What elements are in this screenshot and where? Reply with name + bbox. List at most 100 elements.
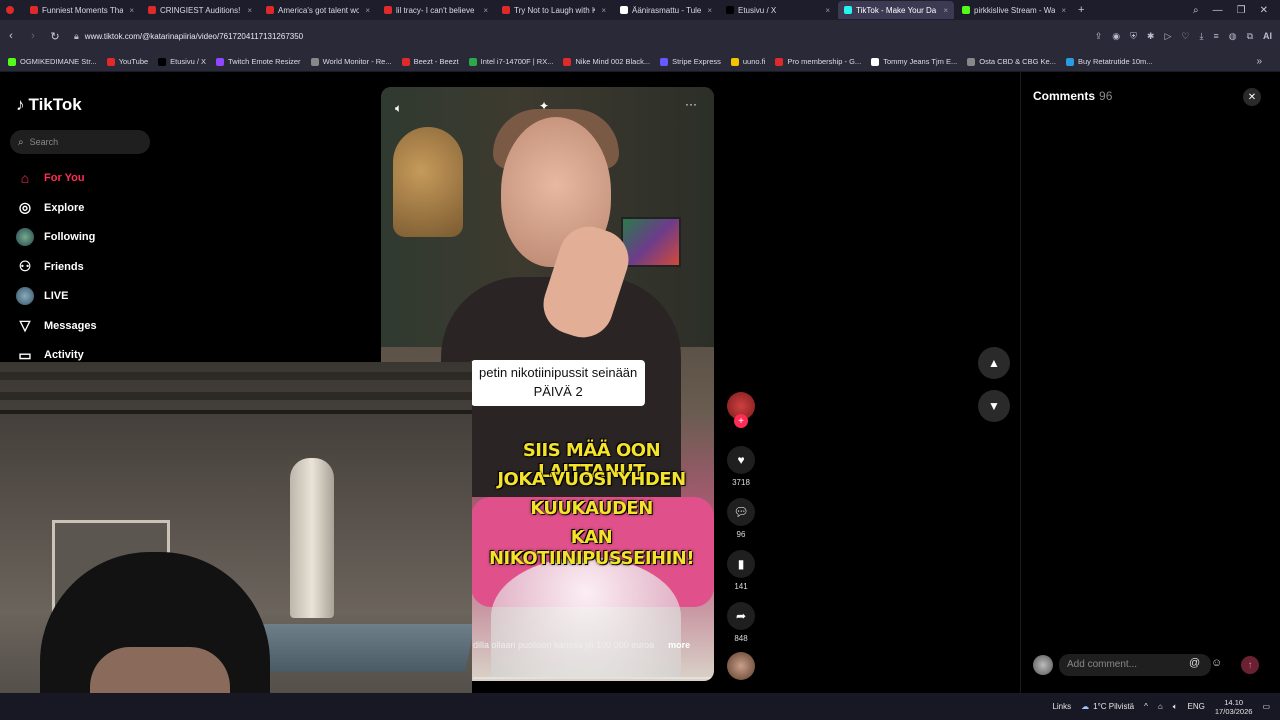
close-tab-icon[interactable]: × <box>1061 6 1066 15</box>
like-button[interactable]: ♥ 3718 <box>725 446 757 487</box>
follow-plus-icon[interactable]: + <box>734 414 748 428</box>
extension-icon[interactable]: ✱ <box>1147 31 1155 42</box>
previous-video-button[interactable]: ▲ <box>978 347 1010 379</box>
back-button[interactable]: ‹ <box>0 30 22 42</box>
browser-tab[interactable]: Etusivu / X × <box>720 1 836 19</box>
close-window-button[interactable]: ✕ <box>1260 5 1268 16</box>
ai-button[interactable]: AI <box>1263 31 1272 41</box>
close-tab-icon[interactable]: × <box>129 6 134 15</box>
bookmark-item[interactable]: Pro membership - G... <box>775 57 861 66</box>
bookmark-item[interactable]: Stripe Express <box>660 57 721 66</box>
sound-disc-icon[interactable] <box>727 652 755 680</box>
bookmark-item[interactable]: Osta CBD & CBG Ke... <box>967 57 1056 66</box>
url-field[interactable]: www.tiktok.com/@katarinapiiria/video/761… <box>85 32 303 41</box>
browser-tab[interactable]: pirkkislive Stream - Watch × <box>956 1 1072 19</box>
browser-tab[interactable]: Funniest Moments That M × <box>24 1 140 19</box>
browser-tab[interactable]: Äänirasmattu - Tule usko × <box>614 1 718 19</box>
bookmark-item[interactable]: Intel i7-14700F | RX... <box>468 57 553 66</box>
close-tab-icon[interactable]: × <box>365 6 370 15</box>
mention-icon[interactable]: @ <box>1189 657 1200 669</box>
camera-icon[interactable]: ◉ <box>1112 31 1120 42</box>
sidebar-item-messages[interactable]: ▽ Messages <box>16 317 97 335</box>
enhance-icon[interactable]: ✦ <box>539 99 549 113</box>
more-options-icon[interactable]: ··· <box>685 97 697 111</box>
sidebar-item-for-you[interactable]: ⌂ For You <box>16 169 85 187</box>
share-arrow-icon[interactable]: ➦ <box>727 602 755 630</box>
new-tab-button[interactable]: + <box>1078 4 1084 16</box>
sound-disc-button[interactable] <box>725 652 757 680</box>
more-link[interactable]: more <box>668 640 690 650</box>
overlay-line-2: JOKA VUOSI YHDEN <box>497 469 686 490</box>
close-tab-icon[interactable]: × <box>247 6 252 15</box>
video-progress-bar[interactable] <box>473 677 713 679</box>
share-button[interactable]: ➦ 848 <box>725 602 757 643</box>
menu-icon[interactable]: ≡ <box>1213 31 1218 41</box>
bookmark-item[interactable]: Beezt - Beezt <box>401 57 459 66</box>
maximize-button[interactable]: ❐ <box>1237 5 1246 16</box>
links-toolbar[interactable]: Links <box>1052 702 1071 711</box>
creator-avatar-button[interactable]: + <box>725 392 757 428</box>
browser-tab[interactable]: America's got talent worst × <box>260 1 376 19</box>
network-icon[interactable]: ⌂ <box>1158 702 1163 711</box>
profile-icon[interactable]: ◍ <box>1229 31 1237 42</box>
share-icon[interactable]: ⇪ <box>1095 31 1103 42</box>
clock[interactable]: 14.10 17/03/2026 <box>1215 698 1253 716</box>
ceiling-beam <box>0 392 472 400</box>
sidebar-item-label: Friends <box>44 260 84 273</box>
weather-widget[interactable]: ☁ 1°C Pilvistä <box>1081 702 1134 711</box>
browser-tab[interactable]: Try Not to Laugh with KSI × <box>496 1 612 19</box>
bookmark-favicon-icon <box>468 57 477 66</box>
close-tab-icon[interactable]: × <box>707 6 712 15</box>
bookmark-item[interactable]: uuno.fi <box>730 57 765 66</box>
shield-icon[interactable]: ⛨ <box>1130 31 1137 42</box>
tray-expand-icon[interactable]: ^ <box>1144 702 1148 711</box>
emoji-icon[interactable]: ☺ <box>1211 657 1222 669</box>
heart-icon[interactable]: ♡ <box>1181 31 1189 42</box>
comments-count: 96 <box>1099 89 1113 103</box>
browser-tab[interactable]: CRINGIEST Auditions! Try × <box>142 1 258 19</box>
minimize-button[interactable]: — <box>1213 5 1223 16</box>
volume-tray-icon[interactable]: 🔈︎ <box>1173 702 1178 712</box>
close-comments-button[interactable]: ✕ <box>1243 88 1261 106</box>
reload-button[interactable]: ↻ <box>44 30 66 43</box>
close-tab-icon[interactable]: × <box>483 6 488 15</box>
puzzle-icon[interactable]: ⧉ <box>1247 31 1253 42</box>
sidebar-item-following[interactable]: Following <box>16 228 95 246</box>
search-tabs-icon[interactable]: ⌕ <box>1193 5 1199 16</box>
browser-tab[interactable]: lil tracy- I can't believe my × <box>378 1 494 19</box>
download-icon[interactable]: ⤓ <box>1199 31 1203 42</box>
close-tab-icon[interactable]: × <box>943 6 948 15</box>
bookmark-icon[interactable]: ▮ <box>727 550 755 578</box>
bookmark-item[interactable]: YouTube <box>106 57 148 66</box>
comment-button[interactable]: 💬︎ 96 <box>725 498 757 539</box>
sidebar-item-live[interactable]: LIVE <box>16 287 68 305</box>
search-input[interactable]: ⌕ Search <box>10 130 150 154</box>
bookmark-item[interactable]: Etusivu / X <box>158 57 206 66</box>
play-icon[interactable]: ▷ <box>1164 31 1171 42</box>
language-indicator[interactable]: ENG <box>1188 702 1205 711</box>
bookmarks-overflow-icon[interactable]: » <box>1256 56 1262 67</box>
close-tab-icon[interactable]: × <box>825 6 830 15</box>
close-tab-icon[interactable]: × <box>601 6 606 15</box>
volume-icon[interactable]: 🔈︎ <box>395 101 402 116</box>
sidebar-item-explore[interactable]: ◎ Explore <box>16 199 84 217</box>
browser-menu-button[interactable] <box>0 1 24 19</box>
heart-icon[interactable]: ♥ <box>727 446 755 474</box>
save-button[interactable]: ▮ 141 <box>725 550 757 591</box>
live-avatar-icon <box>16 287 34 305</box>
post-comment-button[interactable]: ↑ <box>1241 656 1259 674</box>
bookmark-item[interactable]: World Monitor - Re... <box>310 57 392 66</box>
next-video-button[interactable]: ▼ <box>978 390 1010 422</box>
sidebar-item-friends[interactable]: ⚇ Friends <box>16 258 84 276</box>
tiktok-logo[interactable]: ♪ TikTok <box>16 95 82 115</box>
bookmark-item[interactable]: Twitch Emote Resizer <box>216 57 301 66</box>
bookmark-item[interactable]: Buy Retatrutide 10m... <box>1065 57 1153 66</box>
bookmark-item[interactable]: Nike Mind 002 Black... <box>563 57 650 66</box>
bookmark-item[interactable]: OGMIKEDIMANE Str... <box>8 57 97 66</box>
browser-tab[interactable]: TikTok - Make Your Da × <box>838 1 954 19</box>
forward-button[interactable]: › <box>22 30 44 42</box>
notification-icon[interactable]: ▭ <box>1262 702 1270 711</box>
comment-icon[interactable]: 💬︎ <box>727 498 755 526</box>
bookmark-favicon-icon <box>730 57 739 66</box>
bookmark-item[interactable]: Tommy Jeans Tjm E... <box>871 57 957 66</box>
